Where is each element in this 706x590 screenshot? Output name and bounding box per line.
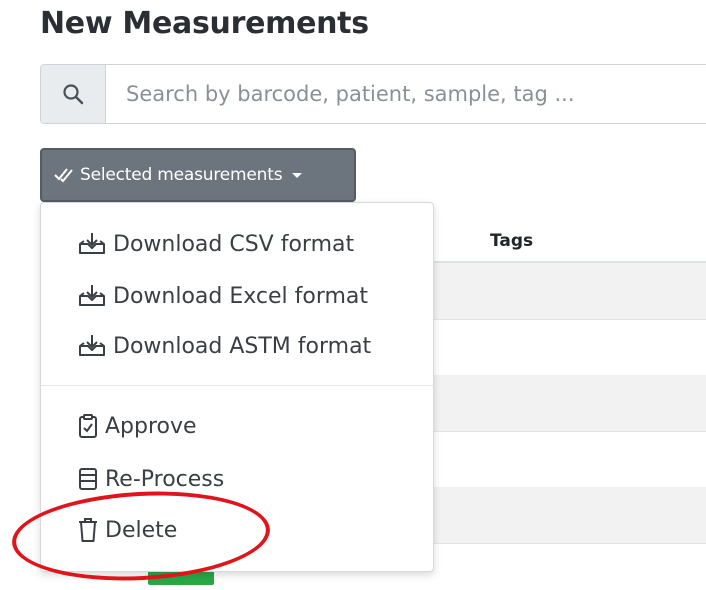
menu-item-reprocess[interactable]: Re-Process bbox=[77, 466, 224, 492]
menu-item-download-astm[interactable]: Download ASTM format bbox=[77, 333, 371, 359]
caret-down-icon bbox=[292, 172, 303, 178]
trash-icon bbox=[77, 517, 99, 543]
menu-item-approve[interactable]: Approve bbox=[77, 413, 197, 439]
search-group bbox=[40, 64, 706, 124]
reprocess-icon bbox=[77, 466, 99, 492]
menu-item-download-excel[interactable]: Download Excel format bbox=[77, 283, 368, 309]
menu-item-label: Download CSV format bbox=[113, 231, 355, 257]
menu-item-download-csv[interactable]: Download CSV format bbox=[77, 231, 354, 257]
download-icon bbox=[77, 231, 107, 257]
check-double-icon bbox=[54, 166, 74, 184]
search-icon[interactable] bbox=[41, 65, 106, 123]
selected-measurements-label: Selected measurements bbox=[80, 165, 283, 185]
selected-actions-menu: Download CSV format Download Excel forma… bbox=[40, 202, 434, 572]
search-input[interactable] bbox=[106, 65, 706, 123]
menu-item-label: Download Excel format bbox=[113, 283, 369, 309]
menu-item-delete[interactable]: Delete bbox=[77, 517, 177, 543]
download-icon bbox=[77, 333, 107, 359]
download-icon bbox=[77, 283, 107, 309]
menu-divider bbox=[41, 385, 433, 386]
status-badge bbox=[148, 571, 214, 585]
menu-item-label: Download ASTM format bbox=[113, 333, 372, 359]
menu-item-label: Approve bbox=[105, 413, 197, 439]
page-title: New Measurements bbox=[40, 6, 369, 41]
menu-item-label: Re-Process bbox=[105, 466, 225, 492]
column-header-tags[interactable]: Tags bbox=[490, 231, 533, 251]
menu-item-label: Delete bbox=[105, 517, 178, 543]
selected-measurements-button[interactable]: Selected measurements bbox=[40, 148, 356, 202]
clipboard-check-icon bbox=[77, 413, 99, 439]
